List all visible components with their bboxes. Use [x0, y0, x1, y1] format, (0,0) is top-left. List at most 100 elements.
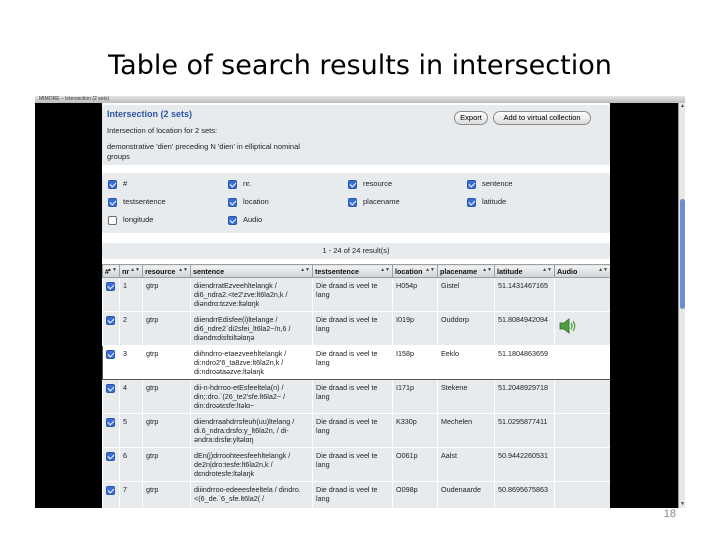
column-option-label: # [123, 179, 128, 188]
row-select-cell[interactable] [102, 481, 120, 508]
location-cell: K330p [392, 413, 438, 448]
column-header[interactable]: latitude ▲▼ [494, 264, 555, 278]
column-header[interactable]: placename ▲▼ [437, 264, 495, 278]
latitude-cell: 51.1431467165 [494, 277, 555, 312]
sentence-cell: diihndrro-etaezveehltelangk / di:ndro2'6… [190, 345, 313, 380]
location-cell: I019p [392, 311, 438, 346]
audio-cell [554, 379, 610, 414]
column-option-nr[interactable]: nr. [228, 178, 251, 190]
checkbox-icon[interactable] [105, 315, 115, 325]
column-header[interactable]: Audio ▲▼ [554, 264, 610, 278]
column-option-longitude[interactable]: longitude [108, 214, 153, 226]
latitude-cell: 50.8695675863 [494, 481, 555, 508]
scrollbar-thumb[interactable] [680, 199, 685, 309]
checkbox-icon[interactable] [228, 179, 237, 189]
column-option-label: longitude [123, 215, 154, 224]
app-window: MIMORE – Intersection (2 sets) Intersect… [35, 96, 685, 508]
resource-cell[interactable]: gtrp [142, 311, 191, 346]
table-row[interactable]: 5 gtrp diiendrraahdrrsfeuh(uu)ltelang / … [102, 413, 610, 448]
sort-icon: ▲▼ [598, 267, 608, 273]
column-option-sentence[interactable]: sentence [467, 178, 512, 190]
column-option-placename[interactable]: placename [348, 196, 400, 208]
resource-cell[interactable]: gtrp [142, 345, 191, 380]
checkbox-icon[interactable] [106, 349, 115, 359]
nr-cell: 6 [119, 447, 143, 482]
checkbox-icon[interactable] [467, 179, 476, 189]
column-option-resource[interactable]: resource [348, 178, 392, 190]
checkbox-icon[interactable] [105, 281, 115, 291]
row-select-cell[interactable] [102, 413, 120, 448]
column-header[interactable]: sentence ▲▼ [190, 264, 313, 278]
table-row[interactable]: 4 gtrp dii-n-hdrroo-etEsfeeltela(n) / di… [102, 379, 610, 414]
window-titlebar: MIMORE – Intersection (2 sets) [35, 96, 685, 103]
nr-cell: 4 [119, 379, 143, 414]
table-row[interactable]: 6 gtrp dEn(j)drroohteesfeehltelangk / de… [102, 447, 610, 482]
checkbox-icon[interactable] [105, 451, 115, 461]
row-select-cell[interactable] [102, 345, 120, 380]
resource-cell[interactable]: gtrp [142, 447, 191, 482]
row-select-cell[interactable] [102, 447, 120, 482]
column-option-location[interactable]: location [228, 196, 269, 208]
row-select-cell[interactable] [102, 277, 120, 312]
placename-cell: Ouddorp [437, 311, 495, 346]
sort-icon: ▲▼ [107, 267, 117, 273]
sentence-cell: diiendrraahdrrsfeuh(uu)ltelang / di.6_nd… [190, 413, 313, 448]
table-row[interactable]: 7 gtrp diiindrroo-edeeesfeeltela / dindr… [102, 481, 610, 508]
column-option-label: resource [363, 179, 393, 188]
column-option-label: placename [363, 197, 400, 206]
column-header[interactable]: location ▲▼ [392, 264, 438, 278]
checkbox-icon[interactable] [228, 215, 237, 225]
column-option-label: latitude [482, 197, 507, 206]
column-option-latitude[interactable]: latitude [467, 196, 506, 208]
testsentence-cell: Die draad is veel te lang [312, 277, 393, 312]
add-to-virtual-collection-button[interactable]: Add to virtual collection [493, 111, 591, 125]
row-select-cell[interactable] [102, 311, 120, 346]
placename-cell: Gistel [437, 277, 495, 312]
sort-icon: ▲▼ [300, 267, 310, 273]
column-header-label: sentence [193, 266, 225, 276]
column-option-label: location [243, 197, 269, 206]
placename-cell: Eeklo [437, 345, 495, 380]
table-row[interactable]: 3 gtrp diihndrro-etaezveehltelangk / di:… [102, 345, 610, 380]
column-option-hash[interactable]: # [108, 178, 127, 190]
checkbox-icon[interactable] [105, 417, 115, 427]
results-summary: 1 - 24 of 24 result(s) [102, 243, 610, 259]
column-header-label: Audio [557, 266, 578, 276]
column-option-testsentence[interactable]: testsentence [108, 196, 166, 208]
column-header[interactable]: testsentence ▲▼ [312, 264, 393, 278]
sentence-cell: dii-n-hdrroo-etEsfeeltela(n) / din;:dro.… [190, 379, 313, 414]
checkbox-icon[interactable] [467, 197, 476, 207]
scroll-up-icon[interactable]: ▲ [679, 103, 685, 110]
main-content: Intersection (2 sets) Intersection of lo… [102, 103, 610, 508]
checkbox-icon[interactable] [108, 215, 117, 225]
column-option-audio[interactable]: Audio [228, 214, 262, 226]
column-header[interactable]: resource ▲▼ [142, 264, 191, 278]
checkbox-icon[interactable] [228, 197, 237, 207]
placename-cell: Aalst [437, 447, 495, 482]
checkbox-icon[interactable] [348, 179, 357, 189]
checkbox-icon[interactable] [108, 197, 117, 207]
checkbox-icon[interactable] [105, 485, 115, 495]
location-cell: I158p [392, 345, 438, 380]
audio-cell [554, 345, 610, 380]
resource-cell[interactable]: gtrp [142, 481, 191, 508]
export-button[interactable]: Export [454, 111, 488, 125]
vertical-scrollbar[interactable]: ▲ ▼ [678, 103, 685, 508]
checkbox-icon[interactable] [348, 197, 357, 207]
nr-cell: 5 [119, 413, 143, 448]
table-row[interactable]: 1 gtrp diiendrratEzveehltelangk / di6_nd… [102, 277, 610, 312]
row-select-cell[interactable] [102, 379, 120, 414]
resource-cell[interactable]: gtrp [142, 413, 191, 448]
column-header[interactable]: nr ▲▼ [119, 264, 143, 278]
table-row[interactable]: 2 gtrp diiendrrEdisfee(i)ltelange / di6_… [102, 311, 610, 346]
checkbox-icon[interactable] [108, 179, 117, 189]
resource-cell[interactable]: gtrp [142, 379, 191, 414]
speaker-icon[interactable] [558, 318, 578, 336]
sentence-cell: diiindrroo-edeeesfeeltela / dindro.<(6_d… [190, 481, 313, 508]
resource-cell[interactable]: gtrp [142, 277, 191, 312]
testsentence-cell: Die draad is veel te lang [312, 379, 393, 414]
column-header-label: testsentence [315, 266, 359, 276]
column-header[interactable]: # ▲▼ [102, 264, 120, 278]
checkbox-icon[interactable] [105, 383, 115, 393]
scroll-down-icon[interactable]: ▼ [679, 501, 685, 508]
